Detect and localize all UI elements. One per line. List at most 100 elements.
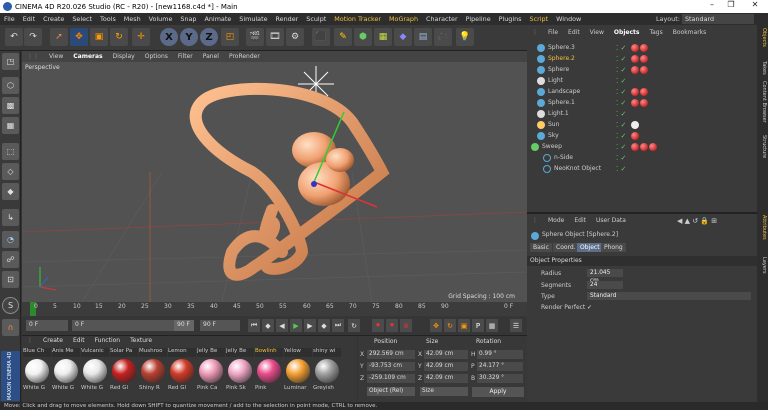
visibility-check-icon[interactable]: ⁚ ✓ [616, 110, 626, 118]
rotation-p-field[interactable]: 24.177 ° [477, 362, 523, 371]
play-icon[interactable]: ▶ [290, 319, 302, 332]
minimize-button[interactable]: – [705, 0, 719, 9]
key-param-icon[interactable]: P [472, 319, 484, 332]
scene-icon[interactable]: ▤ [414, 28, 432, 46]
keyframe-sel-icon[interactable]: ⊚ [400, 319, 412, 332]
type-select[interactable]: Standard [587, 292, 751, 300]
attribute-nav-icons[interactable]: ◀ ▲ ↺ 🔒 ⊞ [677, 217, 717, 225]
material-tag-icon[interactable] [649, 142, 657, 151]
material-tag-icon[interactable] [631, 54, 639, 63]
visibility-check-icon[interactable]: ⁚ ✓ [616, 88, 626, 96]
start-frame-field[interactable]: 0 F [26, 320, 68, 331]
point-mode-icon[interactable]: ⬚ [2, 143, 19, 160]
material-swatch[interactable]: Blue Ch White G [23, 348, 51, 396]
sun-tag-icon[interactable] [631, 120, 639, 129]
sphere-object-3[interactable] [326, 148, 354, 172]
attribute-menu-mode[interactable]: Mode [543, 217, 569, 224]
material-swatch[interactable]: Lemon Red Gl [168, 348, 196, 396]
scale-icon[interactable]: ▣ [90, 28, 108, 46]
loop-icon[interactable]: ↻ [348, 319, 360, 332]
material-swatch-selected[interactable]: Bowlinh Pink [255, 348, 283, 396]
coord-mode-select[interactable]: Object (Rel) [367, 387, 415, 396]
texture-mode-icon[interactable]: ▩ [2, 97, 19, 114]
material-tag-icon[interactable] [640, 98, 648, 107]
tweak-icon[interactable]: ☍ [2, 251, 19, 268]
object-row-sphere-1[interactable]: Sphere.1 ⁚ ✓ [529, 97, 755, 108]
material-menu-grip-icon[interactable]: ⋮ [22, 337, 38, 347]
solo-icon[interactable]: ⊡ [2, 271, 19, 288]
layout-select[interactable]: Standard [682, 14, 754, 24]
object-row-light[interactable]: Light ⁚ ✓ [529, 75, 755, 86]
select-icon[interactable]: ➚ [50, 28, 68, 46]
object-menu-bookmarks[interactable]: Bookmarks [668, 29, 712, 38]
menu-file[interactable]: File [0, 15, 19, 23]
visibility-check-icon[interactable]: ⁚ ✓ [616, 165, 626, 173]
menu-character[interactable]: Character [422, 15, 462, 23]
script-s-icon[interactable]: S [2, 297, 19, 314]
material-tag-icon[interactable] [631, 87, 639, 96]
make-editable-icon[interactable]: ◳ [2, 53, 19, 70]
viewport-menu-options[interactable]: Options [140, 53, 173, 60]
material-swatch[interactable]: shiny wi Greyish [313, 348, 341, 396]
menu-motion-tracker[interactable]: Motion Tracker [330, 15, 385, 23]
key-pla-icon[interactable]: ▦ [486, 319, 498, 332]
object-row-sun[interactable]: Sun ⁚ ✓ [529, 119, 755, 130]
object-menu-objects[interactable]: Objects [609, 29, 645, 38]
material-tag-icon[interactable] [631, 142, 639, 151]
visibility-check-icon[interactable]: ⁚ ✓ [616, 55, 626, 63]
material-tag-icon[interactable] [631, 131, 639, 140]
menu-render[interactable]: Render [272, 15, 303, 23]
menu-create[interactable]: Create [39, 15, 68, 23]
menu-script[interactable]: Script [526, 15, 553, 23]
menu-mograph[interactable]: MoGraph [385, 15, 422, 23]
object-row-sphere[interactable]: Sphere ⁚ ✓ [529, 64, 755, 75]
menu-plugins[interactable]: Plugins [495, 15, 526, 23]
side-tab-structure[interactable]: Structure [758, 135, 767, 158]
material-swatch[interactable]: Vulcanic White G [81, 348, 109, 396]
material-menu-texture[interactable]: Texture [125, 337, 157, 347]
light-icon[interactable]: 💡 [456, 28, 474, 46]
material-swatch[interactable]: Mushroo Shiny R [139, 348, 167, 396]
attribute-menu-userdata[interactable]: User Data [591, 217, 631, 224]
visibility-check-icon[interactable]: ⁚ ✓ [616, 44, 626, 52]
neoknot-sweep-object[interactable] [189, 82, 390, 281]
tab-phong[interactable]: Phong [601, 243, 626, 252]
scene-canvas[interactable] [22, 62, 527, 302]
menu-volume[interactable]: Volume [145, 15, 177, 23]
polygon-mode-icon[interactable]: ◆ [2, 183, 19, 200]
object-row-light-1[interactable]: Light.1 ⁚ ✓ [529, 108, 755, 119]
menu-window[interactable]: Window [552, 15, 585, 23]
tab-object[interactable]: Object [577, 243, 603, 252]
object-row-sky[interactable]: Sky ⁚ ✓ [529, 130, 755, 141]
visibility-check-icon[interactable]: ⁚ ✓ [616, 121, 626, 129]
size-z-field[interactable]: 42.09 cm [424, 374, 468, 383]
goto-end-icon[interactable]: ⏭ [332, 319, 344, 332]
viewport-menu-view[interactable]: View [44, 53, 68, 60]
material-swatch[interactable]: Jelly Be Pink Sk [226, 348, 254, 396]
viewport-menu-panel[interactable]: Panel [198, 53, 224, 60]
move-icon[interactable]: ✥ [70, 28, 88, 46]
key-rot-icon[interactable]: ↻ [444, 319, 456, 332]
gizmo-center[interactable] [311, 181, 317, 187]
position-x-field[interactable]: 292.569 cm [367, 350, 415, 359]
pen-icon[interactable]: ✎ [334, 28, 352, 46]
prev-frame-icon[interactable]: ◀ [276, 319, 288, 332]
goto-start-icon[interactable]: ⏮ [248, 319, 260, 332]
material-menu-edit[interactable]: Edit [68, 337, 90, 347]
object-row-sphere-3[interactable]: Sphere.3 ⁚ ✓ [529, 42, 755, 53]
timeline-ruler[interactable]: 0 5 10 15 20 25 30 35 40 45 50 55 60 65 … [22, 302, 527, 316]
material-swatch[interactable]: Anis Me White G [52, 348, 80, 396]
rotate-icon[interactable]: ↻ [110, 28, 128, 46]
recent-icon[interactable]: ✛ [132, 28, 150, 46]
side-tab-objects[interactable]: Objects [758, 28, 767, 47]
subdivision-icon[interactable]: ⬢ [354, 28, 372, 46]
end-frame-slider[interactable]: 90 F [174, 320, 194, 331]
axis-mode-icon[interactable]: ↳ [2, 209, 19, 226]
workplane-icon[interactable]: ▦ [2, 117, 19, 134]
object-row-neoknot[interactable]: NeoKnot Object ⁚ ✓ [529, 163, 755, 174]
material-tag-icon[interactable] [640, 87, 648, 96]
prev-key-icon[interactable]: ◆ [262, 319, 274, 332]
cube-icon[interactable]: ⬛ [312, 28, 330, 46]
material-swatch[interactable]: Jelly Be Pink Ca [197, 348, 225, 396]
redo-icon[interactable]: ↷ [24, 28, 42, 46]
